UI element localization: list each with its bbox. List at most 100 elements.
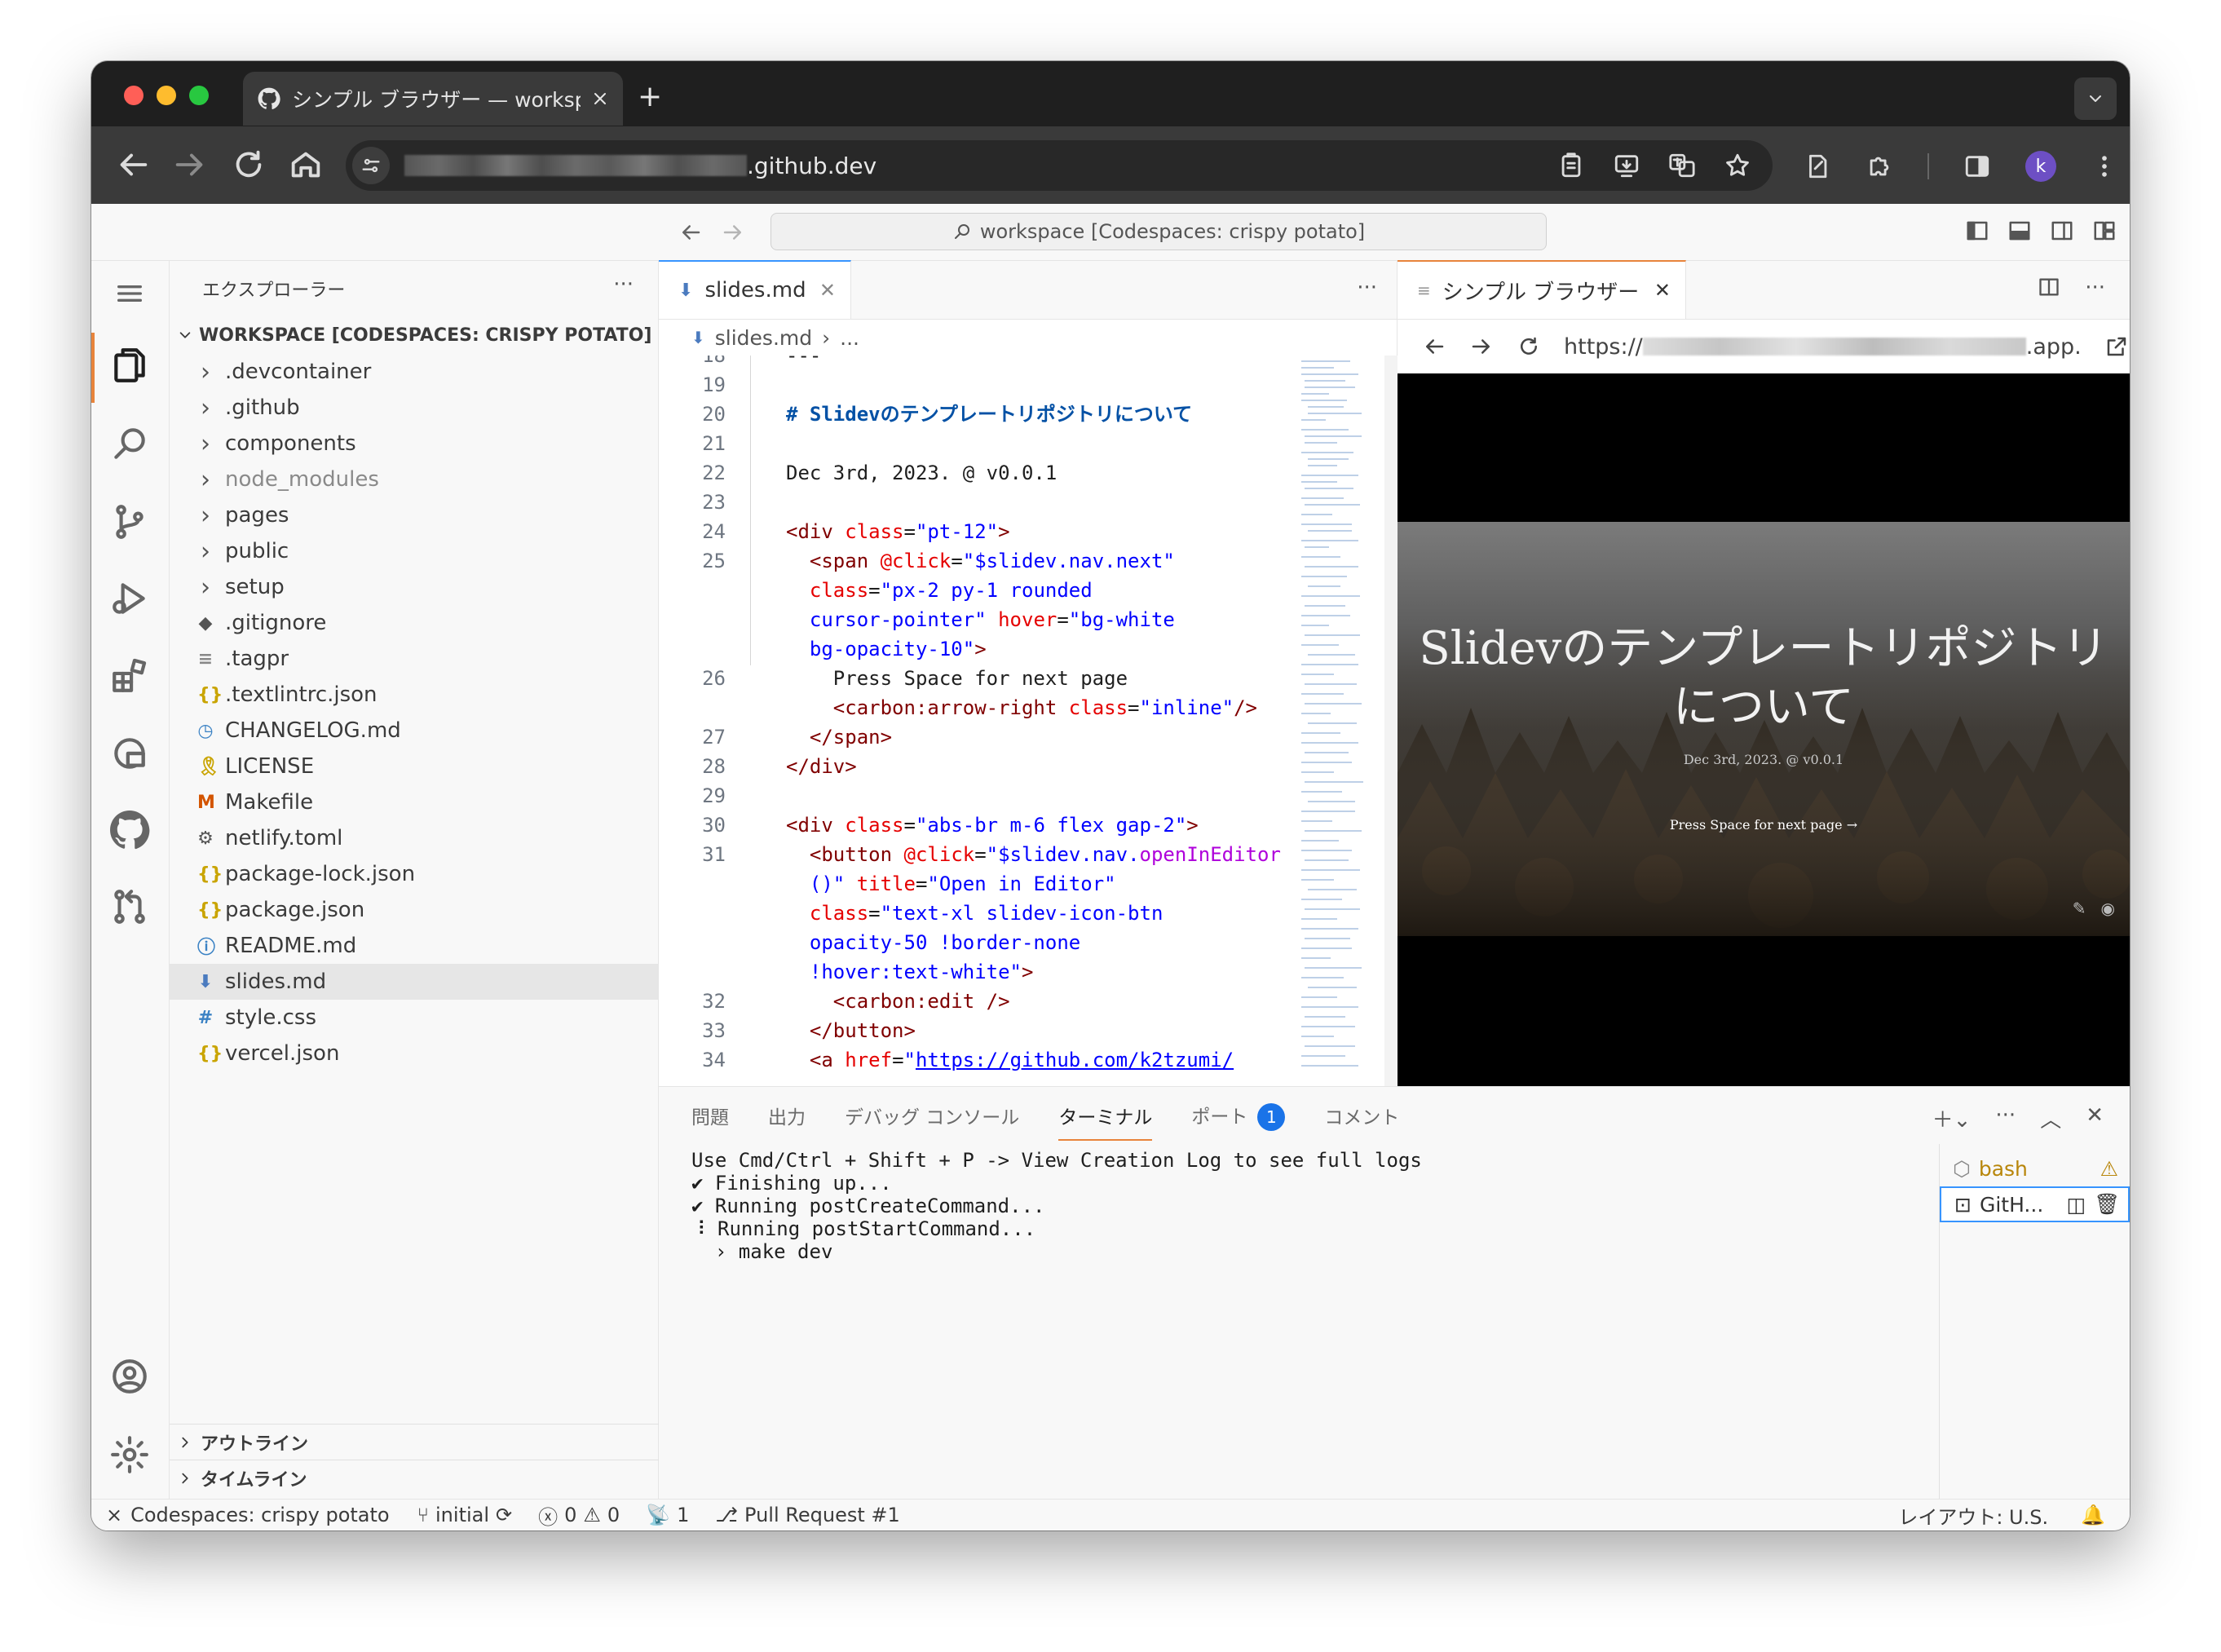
tab-comments[interactable]: コメント	[1324, 1102, 1399, 1129]
back-arrow-icon[interactable]	[1422, 334, 1446, 359]
address-bar[interactable]: .github.dev	[346, 140, 1773, 191]
problems-indicator[interactable]: ⓧ 0 ⚠ 0	[525, 1501, 633, 1530]
bookmark-star-icon[interactable]	[1724, 152, 1751, 179]
maximize-window-button[interactable]	[189, 86, 209, 105]
tab-output[interactable]: 出力	[768, 1102, 806, 1129]
terminal-item-github[interactable]: ⊡ GitH... ◫ 🗑	[1940, 1186, 2130, 1222]
close-window-button[interactable]	[124, 86, 144, 105]
customize-layout-icon[interactable]	[2092, 219, 2117, 243]
keyboard-layout[interactable]: レイアウト: U.S.	[1898, 1501, 2048, 1530]
editor-scrollbar[interactable]	[1384, 356, 1398, 1086]
workspace-folder-header[interactable]: WORKSPACE [CODESPACES: CRISPY POTATO]	[170, 316, 658, 354]
trash-icon[interactable]: 🗑	[2094, 1192, 2120, 1217]
ports-indicator[interactable]: 📡 1	[633, 1504, 702, 1526]
slide-next-hint[interactable]: Press Space for next page →	[1398, 817, 2130, 833]
extensions-puzzle-icon[interactable]	[1866, 152, 1893, 180]
editor-tab-slides-md[interactable]: ⬇ slides.md ✕	[659, 260, 851, 319]
file-item[interactable]: ⚙ netlify.toml	[170, 820, 658, 856]
file-item[interactable]: ≡ .tagpr	[170, 641, 658, 677]
tab-search-button[interactable]	[2074, 77, 2117, 120]
outline-section[interactable]: アウトライン	[170, 1424, 659, 1460]
new-terminal-icon[interactable]: ＋⌄	[1932, 1103, 1972, 1133]
profile-avatar[interactable]: k	[2025, 151, 2056, 182]
search-icon[interactable]	[109, 421, 150, 466]
file-item[interactable]: {} vercel.json	[170, 1036, 658, 1071]
sync-icon[interactable]: ⟳	[496, 1504, 512, 1526]
more-menu-icon[interactable]	[2091, 152, 2118, 180]
slide-preview[interactable]: Slidevのテンプレートリポジトリについて Dec 3rd, 2023. @ …	[1398, 373, 2130, 1086]
folder-item[interactable]: › .devcontainer	[170, 354, 658, 390]
more-actions-icon[interactable]: ···	[613, 272, 634, 297]
reload-icon[interactable]	[230, 146, 267, 183]
tab-problems[interactable]: 問題	[691, 1102, 729, 1129]
minimize-window-button[interactable]	[157, 86, 176, 105]
account-icon[interactable]	[109, 1354, 150, 1399]
file-item[interactable]: ⓘ README.md	[170, 928, 658, 964]
edit-icon[interactable]: ✎	[2073, 899, 2086, 918]
toggle-primary-sidebar-icon[interactable]	[1965, 219, 1989, 243]
menu-icon[interactable]	[109, 277, 150, 310]
file-item[interactable]: ◷ CHANGELOG.md	[170, 713, 658, 749]
source-control-icon[interactable]	[109, 499, 150, 545]
folder-item[interactable]: › pages	[170, 497, 658, 533]
close-tab-icon[interactable]	[592, 91, 608, 107]
reload-icon[interactable]	[1517, 334, 1541, 359]
folder-item[interactable]: › node_modules	[170, 462, 658, 497]
browser-tab[interactable]: シンプル ブラウザー — workspa	[243, 72, 623, 126]
notifications-bell-icon[interactable]: 🔔	[2081, 1504, 2105, 1526]
github-icon[interactable]	[109, 807, 150, 853]
install-app-icon[interactable]	[1613, 152, 1640, 179]
code-area[interactable]: 18 19 20 21 22 23 24 25 26 27 28 29 30 31 32 33 34 --- #…	[659, 356, 1398, 1086]
extension-note-icon[interactable]	[1804, 152, 1831, 180]
file-item[interactable]: ◆ .gitignore	[170, 605, 658, 641]
folder-item[interactable]: › components	[170, 426, 658, 462]
command-center[interactable]: workspace [Codespaces: crispy potato]	[771, 213, 1547, 250]
home-icon[interactable]	[287, 146, 325, 183]
forward-arrow-icon[interactable]	[721, 220, 745, 245]
maximize-panel-icon[interactable]: ︿	[2040, 1103, 2061, 1133]
tab-ports[interactable]: ポート 1	[1191, 1101, 1286, 1131]
pull-request-indicator[interactable]: ⎇ Pull Request #1	[702, 1504, 912, 1526]
new-tab-button[interactable]: +	[638, 82, 662, 112]
extensions-icon[interactable]	[109, 652, 150, 698]
file-item[interactable]: M Makefile	[170, 784, 658, 820]
side-panel-icon[interactable]	[1963, 152, 1991, 180]
file-item[interactable]: 🎗 LICENSE	[170, 749, 658, 784]
editor-more-actions-icon[interactable]: ···	[1357, 276, 1377, 300]
forward-arrow-icon[interactable]	[1469, 334, 1494, 359]
folder-item[interactable]: › public	[170, 533, 658, 569]
simple-browser-url-input[interactable]: https:// .app.	[1564, 334, 2082, 360]
file-item[interactable]: {} package-lock.json	[170, 856, 658, 892]
file-item[interactable]: ⬇ slides.md	[170, 964, 658, 1000]
close-panel-icon[interactable]: ✕	[2086, 1103, 2104, 1133]
github-icon[interactable]: ◉	[2101, 899, 2115, 918]
branch-indicator[interactable]: ⑂ initial ⟳	[404, 1504, 526, 1526]
forward-arrow-icon[interactable]	[171, 146, 209, 183]
back-arrow-icon[interactable]	[678, 220, 703, 245]
breadcrumb-file[interactable]: slides.md	[715, 326, 812, 350]
file-item[interactable]: {} .textlintrc.json	[170, 677, 658, 713]
more-actions-icon[interactable]: ···	[2085, 276, 2105, 300]
tab-debug-console[interactable]: デバッグ コンソール	[845, 1102, 1019, 1129]
remote-explorer-icon[interactable]	[109, 731, 150, 776]
remote-indicator[interactable]: ⨯ Codespaces: crispy potato	[91, 1500, 404, 1531]
explorer-files-icon[interactable]	[109, 342, 150, 388]
back-arrow-icon[interactable]	[114, 146, 152, 183]
run-debug-icon[interactable]	[109, 576, 150, 621]
split-editor-icon[interactable]	[2038, 276, 2060, 300]
translate-icon[interactable]	[1668, 152, 1696, 179]
file-item[interactable]: # style.css	[170, 1000, 658, 1036]
folder-item[interactable]: › .github	[170, 390, 658, 426]
simple-browser-tab[interactable]: ≡ シンプル ブラウザー ✕	[1398, 260, 1686, 319]
folder-item[interactable]: › setup	[170, 569, 658, 605]
split-terminal-icon[interactable]: ◫	[2067, 1193, 2086, 1217]
toggle-secondary-sidebar-icon[interactable]	[2050, 219, 2074, 243]
more-actions-icon[interactable]: ···	[1995, 1103, 2016, 1133]
pull-request-icon[interactable]	[109, 884, 150, 930]
terminal-item-bash[interactable]: ⬡ bash ⚠	[1940, 1151, 2130, 1186]
tab-terminal[interactable]: ターミナル	[1058, 1102, 1153, 1141]
clipboard-icon[interactable]	[1557, 152, 1585, 179]
terminal-output[interactable]: Use Cmd/Ctrl + Shift + P -> View Creatio…	[691, 1149, 1422, 1263]
open-external-icon[interactable]	[2104, 334, 2129, 359]
file-item[interactable]: {} package.json	[170, 892, 658, 928]
